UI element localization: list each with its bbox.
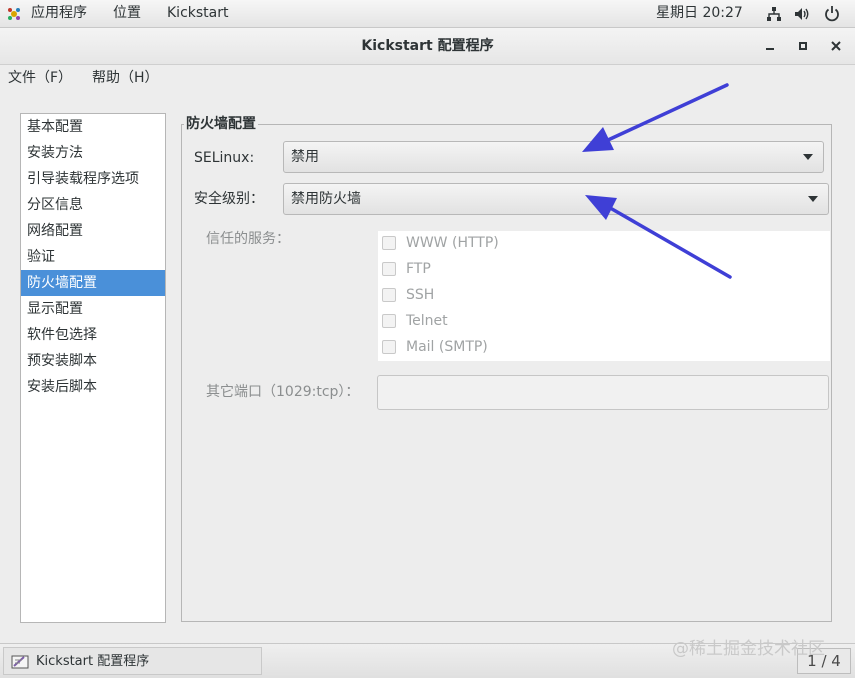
window-titlebar[interactable]: Kickstart 配置程序: [0, 28, 855, 65]
kickstart-app-icon: [11, 655, 29, 669]
frame-title: 防火墙配置: [184, 114, 258, 134]
sidebar-item-post-script[interactable]: 安装后脚本: [21, 374, 165, 400]
service-ssh[interactable]: SSH: [382, 283, 682, 309]
sidebar-item-display[interactable]: 显示配置: [21, 296, 165, 322]
clock[interactable]: 星期日 20:27: [656, 0, 743, 27]
taskbar-window-label: Kickstart 配置程序: [36, 654, 150, 669]
security-level-combo[interactable]: 禁用防火墙: [283, 183, 829, 215]
close-icon[interactable]: [826, 36, 846, 56]
selinux-combo[interactable]: 禁用: [283, 141, 824, 173]
selinux-value: 禁用: [291, 149, 319, 165]
chevron-down-icon: [808, 196, 818, 202]
power-icon[interactable]: [824, 5, 840, 22]
sidebar-item-pre-script[interactable]: 预安装脚本: [21, 348, 165, 374]
trusted-services-label: 信任的服务：: [206, 231, 290, 247]
service-www[interactable]: WWW (HTTP): [382, 231, 682, 257]
checkbox[interactable]: [382, 288, 396, 302]
window-title: Kickstart 配置程序: [361, 38, 494, 54]
menu-bar: 文件（F） 帮助（H）: [0, 65, 855, 91]
service-ftp[interactable]: FTP: [382, 257, 682, 283]
checkbox[interactable]: [382, 314, 396, 328]
checkbox[interactable]: [382, 262, 396, 276]
sidebar-item-install-method[interactable]: 安装方法: [21, 140, 165, 166]
top-panel: 应用程序 位置 Kickstart 星期日 20:27: [0, 0, 855, 28]
trusted-services-list: WWW (HTTP) FTP SSH Telnet Mail (SMTP): [378, 231, 830, 361]
sidebar-item-bootloader[interactable]: 引导装载程序选项: [21, 166, 165, 192]
service-telnet[interactable]: Telnet: [382, 309, 682, 335]
category-list: 基本配置 安装方法 引导装载程序选项 分区信息 网络配置 验证 防火墙配置 显示…: [20, 113, 166, 623]
sidebar-item-auth[interactable]: 验证: [21, 244, 165, 270]
menu-help[interactable]: 帮助（H）: [92, 65, 159, 91]
security-level-label: 安全级别：: [194, 191, 264, 207]
minimize-icon[interactable]: [760, 36, 780, 56]
sidebar-item-basic[interactable]: 基本配置: [21, 114, 165, 140]
places-menu[interactable]: 位置: [113, 0, 141, 27]
network-icon[interactable]: [766, 6, 782, 22]
taskbar-window-button[interactable]: Kickstart 配置程序: [3, 647, 262, 675]
applications-menu[interactable]: 应用程序: [31, 0, 87, 27]
menu-file[interactable]: 文件（F）: [8, 65, 72, 91]
active-app-menu[interactable]: Kickstart: [167, 0, 228, 27]
volume-icon[interactable]: [794, 6, 812, 22]
service-smtp[interactable]: Mail (SMTP): [382, 335, 682, 361]
sidebar-item-firewall[interactable]: 防火墙配置: [21, 270, 165, 296]
checkbox[interactable]: [382, 236, 396, 250]
watermark: @稀土掘金技术社区: [672, 639, 825, 659]
other-ports-input[interactable]: [377, 375, 829, 410]
selinux-label: SELinux:: [194, 150, 255, 166]
security-level-value: 禁用防火墙: [291, 191, 361, 207]
other-ports-label: 其它端口（1029:tcp）：: [206, 384, 360, 400]
sidebar-item-partition[interactable]: 分区信息: [21, 192, 165, 218]
sidebar-item-packages[interactable]: 软件包选择: [21, 322, 165, 348]
maximize-icon[interactable]: [793, 36, 813, 56]
apps-menu-icon[interactable]: [6, 6, 22, 22]
sidebar-item-network[interactable]: 网络配置: [21, 218, 165, 244]
chevron-down-icon: [803, 154, 813, 160]
checkbox[interactable]: [382, 340, 396, 354]
